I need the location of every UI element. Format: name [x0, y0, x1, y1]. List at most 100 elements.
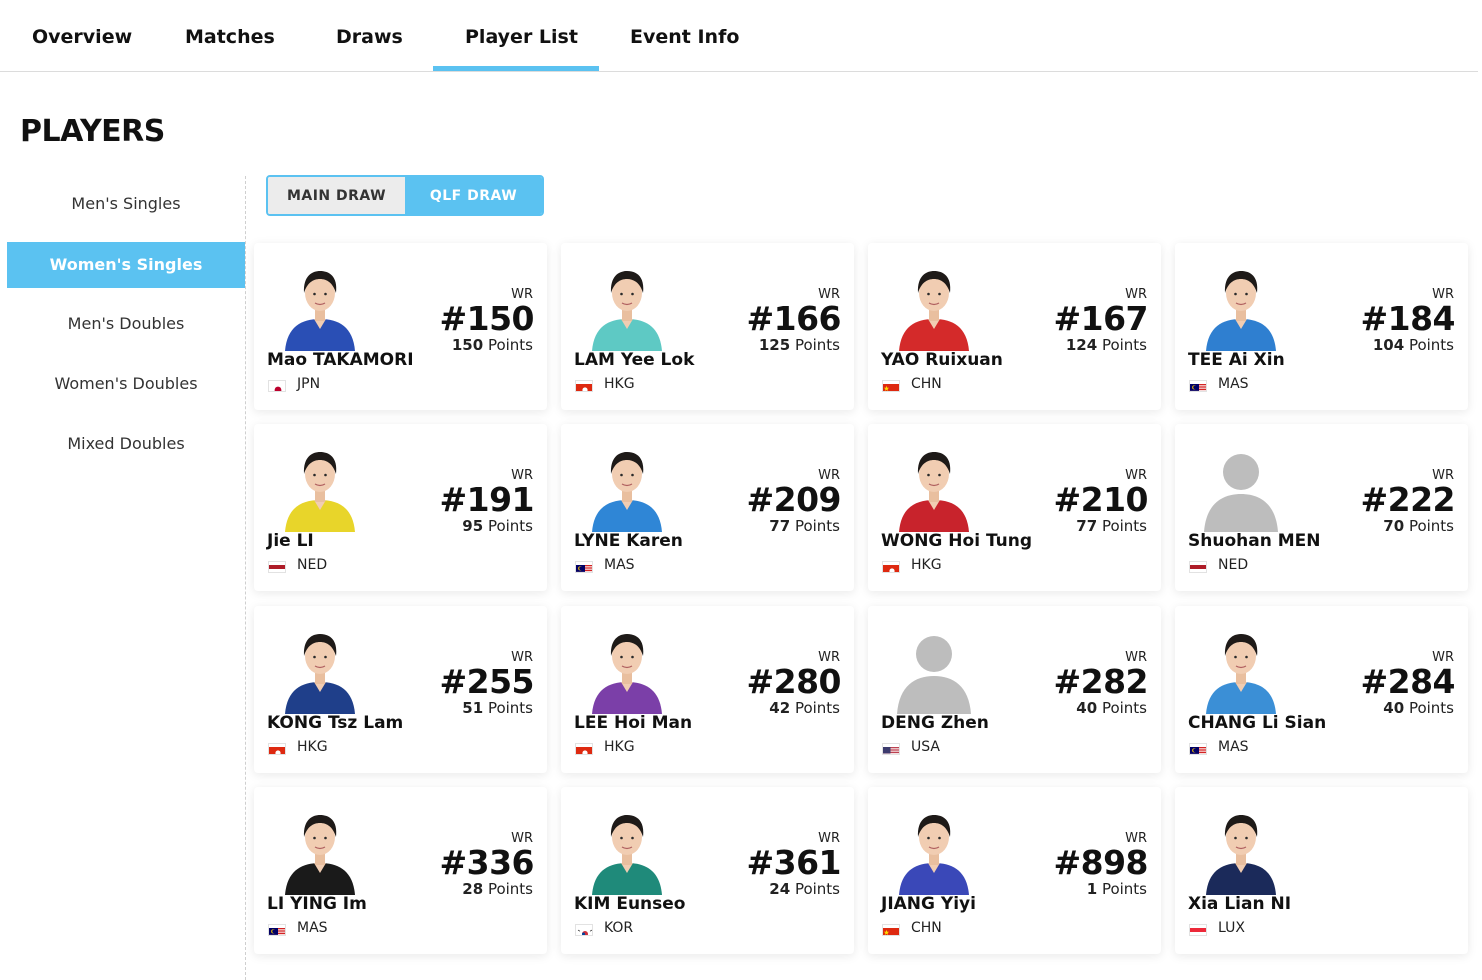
tab-overview[interactable]: Overview — [32, 26, 132, 48]
points-label: Points — [1408, 699, 1454, 717]
player-card[interactable]: Shuohan MEN NED WR #222 70 Points — [1175, 424, 1468, 591]
country-code: HKG — [911, 557, 942, 573]
points-label: Points — [794, 336, 840, 354]
player-name[interactable]: JIANG Yiyi — [881, 894, 976, 914]
page-title: PLAYERS — [20, 114, 165, 149]
country-flag-icon — [575, 561, 593, 573]
country-code: CHN — [911, 920, 942, 936]
player-name[interactable]: WONG Hoi Tung — [881, 531, 1032, 551]
country-code: LUX — [1218, 920, 1245, 936]
player-card[interactable]: KIM Eunseo KOR WR #361 24 Points — [561, 787, 854, 954]
world-ranking: #209 — [746, 480, 841, 519]
world-ranking: #282 — [1053, 662, 1148, 701]
country-flag-icon — [882, 743, 900, 755]
player-card[interactable]: WONG Hoi Tung HKG WR #210 77 Points — [868, 424, 1161, 591]
world-ranking: #191 — [439, 480, 534, 519]
ranking-points: 40 Points — [1076, 699, 1147, 717]
country-code: NED — [297, 557, 328, 573]
main-draw-button[interactable]: MAIN DRAW — [268, 177, 405, 214]
country-code: USA — [911, 739, 940, 755]
player-card[interactable]: LEE Hoi Man HKG WR #280 42 Points — [561, 606, 854, 773]
sidebar-divider — [245, 176, 246, 980]
player-name[interactable]: TEE Ai Xin — [1188, 350, 1285, 370]
points-label: Points — [1101, 880, 1147, 898]
tab-matches[interactable]: Matches — [185, 26, 275, 48]
ranking-points: 77 Points — [1076, 517, 1147, 535]
points-value: 104 — [1372, 336, 1405, 354]
player-card[interactable]: LI YING Im MAS WR #336 28 Points — [254, 787, 547, 954]
player-name[interactable]: LEE Hoi Man — [574, 713, 692, 733]
points-label: Points — [487, 880, 533, 898]
country-flag-icon — [268, 380, 286, 392]
sidebar-item-womens-singles[interactable]: Women's Singles — [7, 242, 245, 288]
player-card[interactable]: JIANG Yiyi CHN WR #898 1 Points — [868, 787, 1161, 954]
player-photo — [889, 805, 979, 895]
player-name[interactable]: Shuohan MEN — [1188, 531, 1320, 551]
points-value: 150 — [451, 336, 484, 354]
world-ranking: #336 — [439, 843, 534, 882]
points-value: 40 — [1076, 699, 1098, 717]
player-name[interactable]: LYNE Karen — [574, 531, 683, 551]
qlf-draw-button[interactable]: QLF DRAW — [405, 177, 542, 214]
player-name[interactable]: DENG Zhen — [881, 713, 989, 733]
tab-draws[interactable]: Draws — [336, 26, 403, 48]
tab-player-list[interactable]: Player List — [465, 26, 578, 48]
points-value: 51 — [462, 699, 484, 717]
world-ranking: #898 — [1053, 843, 1148, 882]
points-label: Points — [794, 880, 840, 898]
world-ranking: #150 — [439, 299, 534, 338]
player-card[interactable]: LYNE Karen MAS WR #209 77 Points — [561, 424, 854, 591]
player-card[interactable]: KONG Tsz Lam HKG WR #255 51 Points — [254, 606, 547, 773]
sidebar-item-mens-singles[interactable]: Men's Singles — [7, 181, 245, 227]
player-card[interactable]: Xia Lian NI LUX — [1175, 787, 1468, 954]
ranking-points: 24 Points — [769, 880, 840, 898]
player-name[interactable]: Mao TAKAMORI — [267, 350, 414, 370]
top-nav: Overview Matches Draws Player List Event… — [0, 0, 1478, 72]
country-code: MAS — [297, 920, 328, 936]
player-card[interactable]: LAM Yee Lok HKG WR #166 125 Points — [561, 243, 854, 410]
player-name[interactable]: LI YING Im — [267, 894, 367, 914]
player-card[interactable]: Jie LI NED WR #191 95 Points — [254, 424, 547, 591]
sidebar-item-mixed-doubles[interactable]: Mixed Doubles — [7, 421, 245, 467]
player-name[interactable]: KONG Tsz Lam — [267, 713, 403, 733]
player-photo — [1196, 442, 1286, 532]
points-value: 40 — [1383, 699, 1405, 717]
player-name[interactable]: LAM Yee Lok — [574, 350, 694, 370]
player-name[interactable]: YAO Ruixuan — [881, 350, 1003, 370]
country-flag-icon — [575, 743, 593, 755]
country-flag-icon — [882, 380, 900, 392]
tab-event-info[interactable]: Event Info — [630, 26, 739, 48]
player-card[interactable]: YAO Ruixuan CHN WR #167 124 Points — [868, 243, 1161, 410]
ranking-points: 150 Points — [452, 336, 533, 354]
points-label: Points — [487, 699, 533, 717]
player-card[interactable]: CHANG Li Sian MAS WR #284 40 Points — [1175, 606, 1468, 773]
points-value: 95 — [462, 517, 484, 535]
sidebar-item-mens-doubles[interactable]: Men's Doubles — [7, 301, 245, 347]
country-code: KOR — [604, 920, 634, 936]
player-photo — [582, 442, 672, 532]
player-name[interactable]: CHANG Li Sian — [1188, 713, 1326, 733]
player-card[interactable]: DENG Zhen USA WR #282 40 Points — [868, 606, 1161, 773]
player-name[interactable]: KIM Eunseo — [574, 894, 685, 914]
country-flag-icon — [1189, 924, 1207, 936]
player-name[interactable]: Xia Lian NI — [1188, 894, 1291, 914]
world-ranking: #210 — [1053, 480, 1148, 519]
player-card[interactable]: Mao TAKAMORI JPN WR #150 150 Points — [254, 243, 547, 410]
world-ranking: #184 — [1360, 299, 1455, 338]
ranking-points: 40 Points — [1383, 699, 1454, 717]
country-code: MAS — [604, 557, 635, 573]
player-name[interactable]: Jie LI — [267, 531, 314, 551]
country-flag-icon — [882, 924, 900, 936]
country-flag-icon — [268, 743, 286, 755]
points-value: 1 — [1086, 880, 1098, 898]
ranking-points: 104 Points — [1373, 336, 1454, 354]
player-photo — [1196, 261, 1286, 351]
player-card[interactable]: TEE Ai Xin MAS WR #184 104 Points — [1175, 243, 1468, 410]
points-label: Points — [1408, 517, 1454, 535]
player-photo — [889, 624, 979, 714]
country-flag-icon — [1189, 380, 1207, 392]
ranking-points: 125 Points — [759, 336, 840, 354]
points-value: 77 — [769, 517, 791, 535]
sidebar-item-womens-doubles[interactable]: Women's Doubles — [7, 361, 245, 407]
country-flag-icon — [882, 561, 900, 573]
